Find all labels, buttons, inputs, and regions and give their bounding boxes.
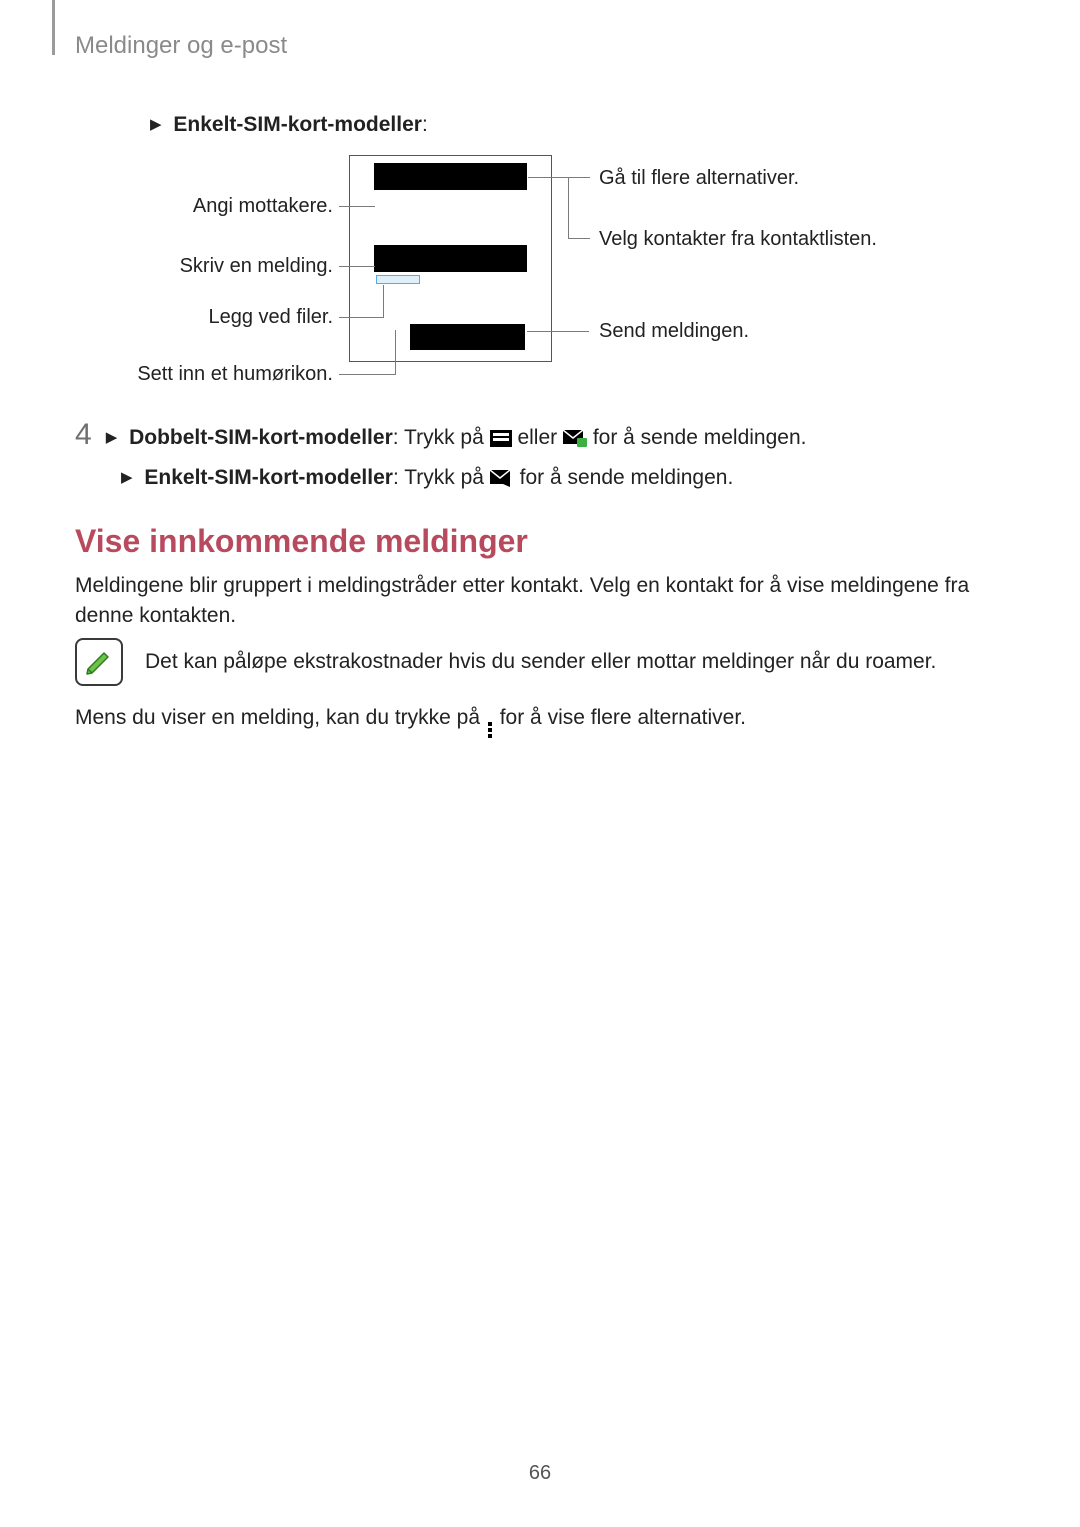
step3-title-suffix: : xyxy=(422,113,428,136)
callout-attach: Legg ved filer. xyxy=(115,306,333,329)
callout-line xyxy=(339,206,375,207)
callout-recipients: Angi mottakere. xyxy=(115,195,333,218)
callout-emoji: Sett inn et humørikon. xyxy=(115,363,333,386)
redacted-block-top xyxy=(374,163,527,190)
section-paragraph: Meldingene blir gruppert i meldingstråde… xyxy=(75,571,1010,632)
callout-line xyxy=(339,317,383,318)
more-options-icon xyxy=(488,722,492,738)
triangle-bullet-icon: ▶ xyxy=(121,466,133,490)
para-options: Mens du viser en melding, kan du trykke … xyxy=(75,703,1010,738)
triangle-bullet-icon: ▶ xyxy=(150,114,162,136)
single-sim-post: for å sende meldingen. xyxy=(520,466,734,489)
attachment-strip xyxy=(376,275,420,284)
triangle-bullet-icon: ▶ xyxy=(106,426,118,450)
single-sim-pre: : Trykk på xyxy=(393,466,490,489)
callout-line xyxy=(568,238,590,239)
dual-sim-mid: eller xyxy=(517,426,563,449)
compose-diagram: Angi mottakere. Skriv en melding. Legg v… xyxy=(130,155,900,405)
callout-line xyxy=(383,285,384,318)
para2-post: for å vise flere alternativer. xyxy=(500,706,746,729)
callout-line xyxy=(339,374,395,375)
step-number-4: 4 xyxy=(75,418,92,452)
callout-line xyxy=(527,331,589,332)
step4-block: 4 ▶ Dobbelt-SIM-kort-modeller: Trykk på … xyxy=(75,418,1010,494)
callout-contacts: Velg kontakter fra kontaktlisten. xyxy=(599,228,877,251)
page-number: 66 xyxy=(0,1462,1080,1485)
callout-send: Send meldingen. xyxy=(599,320,749,343)
note-icon xyxy=(75,638,123,686)
callout-line xyxy=(395,330,396,375)
para2-pre: Mens du viser en melding, kan du trykke … xyxy=(75,706,486,729)
dual-sim-post: for å sende meldingen. xyxy=(593,426,807,449)
callout-more-options: Gå til flere alternativer. xyxy=(599,167,799,190)
redacted-block-bottom xyxy=(410,324,525,350)
callout-write: Skriv en melding. xyxy=(115,255,333,278)
envelope-send-icon xyxy=(490,470,514,487)
single-sim-label: Enkelt-SIM-kort-modeller xyxy=(144,466,393,489)
envelope-sim2-icon xyxy=(563,430,587,447)
dual-sim-pre: : Trykk på xyxy=(393,426,490,449)
breadcrumb: Meldinger og e-post xyxy=(75,32,287,60)
section-heading: Vise innkommende meldinger xyxy=(75,523,528,560)
note-row: Det kan påløpe ekstrakostnader hvis du s… xyxy=(75,638,1010,686)
note-text: Det kan påløpe ekstrakostnader hvis du s… xyxy=(145,650,936,674)
callout-line xyxy=(339,266,375,267)
step3-line: ▶ Enkelt-SIM-kort-modeller: xyxy=(150,110,428,140)
callout-line xyxy=(528,177,590,178)
sim-send-icon xyxy=(490,430,512,447)
page-corner-rule xyxy=(52,0,55,55)
dual-sim-label: Dobbelt-SIM-kort-modeller xyxy=(129,426,393,449)
redacted-block-middle xyxy=(374,245,527,272)
step3-title-bold: Enkelt-SIM-kort-modeller xyxy=(173,113,422,136)
callout-line xyxy=(568,177,569,239)
